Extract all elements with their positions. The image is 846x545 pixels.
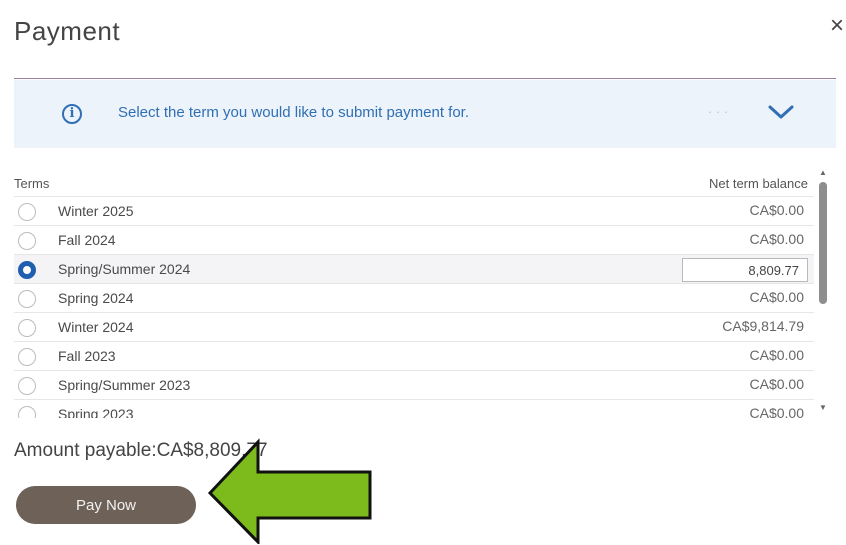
term-name: Fall 2023 <box>58 348 116 364</box>
chevron-down-icon[interactable] <box>766 102 796 122</box>
term-radio[interactable] <box>18 203 36 221</box>
term-name: Fall 2024 <box>58 232 116 248</box>
term-row-fall-2023[interactable]: Fall 2023 CA$0.00 <box>14 341 814 370</box>
scroll-up-icon[interactable]: ▲ <box>818 168 828 177</box>
term-radio[interactable] <box>18 290 36 308</box>
term-row-winter-2025[interactable]: Winter 2025 CA$0.00 <box>14 196 814 225</box>
scroll-down-icon[interactable]: ▼ <box>818 403 828 412</box>
payment-dialog: Payment × i Select the term you would li… <box>0 0 846 545</box>
term-name: Spring/Summer 2023 <box>58 377 191 393</box>
term-balance: CA$0.00 <box>749 347 804 363</box>
term-radio[interactable] <box>18 232 36 250</box>
term-row-fall-2024[interactable]: Fall 2024 CA$0.00 <box>14 225 814 254</box>
term-name: Winter 2025 <box>58 203 134 219</box>
term-balance: CA$0.00 <box>749 231 804 247</box>
close-icon[interactable]: × <box>830 14 844 38</box>
term-balance: CA$0.00 <box>749 376 804 392</box>
term-radio-selected[interactable] <box>18 261 36 279</box>
info-icon: i <box>62 104 82 124</box>
info-message: Select the term you would like to submit… <box>118 104 469 121</box>
term-balance: CA$0.00 <box>749 289 804 305</box>
dialog-title: Payment <box>14 16 121 46</box>
terms-table: Terms Net term balance Winter 2025 CA$0.… <box>14 168 822 418</box>
table-header: Terms Net term balance <box>14 174 814 196</box>
table-scrollbar[interactable]: ▲ ▼ <box>816 168 830 414</box>
term-row-spring-summer-2024[interactable]: Spring/Summer 2024 <box>14 254 814 283</box>
term-row-spring-2024[interactable]: Spring 2024 CA$0.00 <box>14 283 814 312</box>
info-ellipsis: · · · <box>708 104 729 119</box>
term-name: Spring 2023 <box>58 406 134 418</box>
term-balance: CA$0.00 <box>749 405 804 418</box>
term-radio[interactable] <box>18 406 36 418</box>
term-name: Spring 2024 <box>58 290 134 306</box>
term-radio[interactable] <box>18 348 36 366</box>
term-row-winter-2024[interactable]: Winter 2024 CA$9,814.79 <box>14 312 814 341</box>
pay-now-button[interactable]: Pay Now <box>16 486 196 524</box>
term-radio[interactable] <box>18 377 36 395</box>
title-divider <box>14 78 836 79</box>
term-name: Spring/Summer 2024 <box>58 261 191 277</box>
info-banner: i Select the term you would like to subm… <box>14 80 836 148</box>
term-balance: CA$0.00 <box>749 202 804 218</box>
payment-amount-input[interactable] <box>682 258 808 282</box>
term-row-spring-summer-2023[interactable]: Spring/Summer 2023 CA$0.00 <box>14 370 814 399</box>
header-terms: Terms <box>14 176 50 191</box>
term-balance: CA$9,814.79 <box>722 318 804 334</box>
left-arrow-icon <box>207 438 372 544</box>
term-row-spring-2023[interactable]: Spring 2023 CA$0.00 <box>14 399 814 418</box>
header-net-term-balance: Net term balance <box>709 176 808 191</box>
term-radio[interactable] <box>18 319 36 337</box>
term-name: Winter 2024 <box>58 319 134 335</box>
scroll-thumb[interactable] <box>819 182 827 304</box>
